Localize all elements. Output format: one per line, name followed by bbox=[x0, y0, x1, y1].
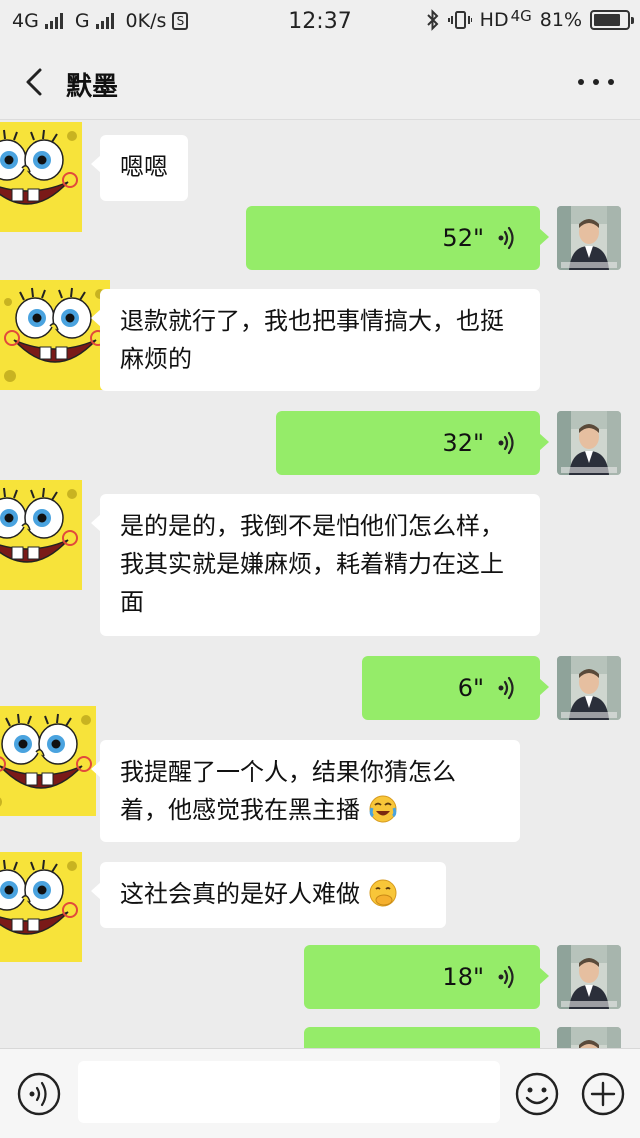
battery-percent: 81% bbox=[539, 9, 582, 31]
outgoing-voice-bubble[interactable]: 52" bbox=[246, 206, 549, 270]
incoming-message-bubble[interactable]: 我提醒了一个人，结果你猜怎么着，他感觉我在黑主播 bbox=[91, 740, 520, 842]
crying-laughing-emoji bbox=[369, 795, 397, 823]
my-avatar[interactable] bbox=[557, 945, 621, 1009]
contact-avatar[interactable] bbox=[0, 851, 82, 963]
voice-duration: 6" bbox=[457, 674, 484, 702]
contact-avatar[interactable] bbox=[0, 479, 82, 591]
my-avatar[interactable] bbox=[557, 206, 621, 270]
network-hd: HD bbox=[479, 9, 509, 31]
voice-wave-icon bbox=[494, 964, 520, 990]
smiley-icon[interactable] bbox=[514, 1071, 560, 1117]
hand-over-mouth-emoji bbox=[369, 879, 397, 907]
voice-wave-icon bbox=[494, 430, 520, 456]
status-right: HD 4G 81% bbox=[426, 7, 634, 31]
chat-header: 默墨 bbox=[0, 44, 640, 120]
voice-wave-icon[interactable] bbox=[16, 1071, 62, 1117]
my-avatar[interactable] bbox=[557, 411, 621, 475]
network-type: 4G bbox=[510, 7, 532, 25]
battery-icon bbox=[590, 10, 634, 30]
vibrate-icon bbox=[447, 11, 472, 29]
voice-wave-icon bbox=[494, 675, 520, 701]
bluetooth-icon bbox=[426, 9, 439, 31]
chat-message-list[interactable]: 嗯嗯 52" 退款就行了，我也把事情搞大，也挺麻烦的 32" 是的是的，我倒不是… bbox=[0, 121, 640, 1048]
voice-wave-icon bbox=[494, 225, 520, 251]
input-bar bbox=[0, 1048, 640, 1138]
incoming-message-bubble[interactable]: 退款就行了，我也把事情搞大，也挺麻烦的 bbox=[91, 289, 540, 391]
outgoing-voice-bubble[interactable]: 18" bbox=[304, 945, 549, 1009]
incoming-message-bubble[interactable]: 嗯嗯 bbox=[91, 135, 188, 201]
message-text: 这社会真的是好人难做 bbox=[120, 880, 360, 908]
plus-icon[interactable] bbox=[580, 1071, 626, 1117]
voice-duration: 18" bbox=[442, 963, 484, 991]
incoming-message-bubble[interactable]: 这社会真的是好人难做 bbox=[91, 862, 446, 928]
contact-avatar[interactable] bbox=[0, 121, 82, 233]
message-text: 是的是的，我倒不是怕他们怎么样，我其实就是嫌麻烦，耗着精力在这上面 bbox=[120, 512, 504, 616]
voice-duration: 32" bbox=[442, 429, 484, 457]
contact-avatar[interactable] bbox=[0, 279, 110, 391]
message-text: 我提醒了一个人，结果你猜怎么着，他感觉我在黑主播 bbox=[120, 758, 456, 824]
outgoing-voice-bubble[interactable]: 32" bbox=[276, 411, 549, 475]
more-dots-icon[interactable] bbox=[578, 74, 614, 90]
message-input[interactable] bbox=[78, 1061, 500, 1123]
outgoing-voice-bubble[interactable]: 6" bbox=[362, 656, 549, 720]
my-avatar[interactable] bbox=[557, 656, 621, 720]
message-text: 嗯嗯 bbox=[120, 153, 168, 181]
chat-title: 默墨 bbox=[66, 72, 119, 102]
status-bar: 4G G 0K/s S 12:37 HD 4G 81% bbox=[0, 0, 640, 44]
chevron-left-icon[interactable] bbox=[18, 62, 54, 102]
voice-duration: 52" bbox=[442, 224, 484, 252]
my-avatar[interactable] bbox=[557, 1027, 621, 1048]
outgoing-voice-bubble-partial[interactable] bbox=[304, 1027, 540, 1048]
incoming-message-bubble[interactable]: 是的是的，我倒不是怕他们怎么样，我其实就是嫌麻烦，耗着精力在这上面 bbox=[91, 494, 540, 636]
contact-avatar[interactable] bbox=[0, 705, 96, 817]
message-text: 退款就行了，我也把事情搞大，也挺麻烦的 bbox=[120, 307, 504, 373]
